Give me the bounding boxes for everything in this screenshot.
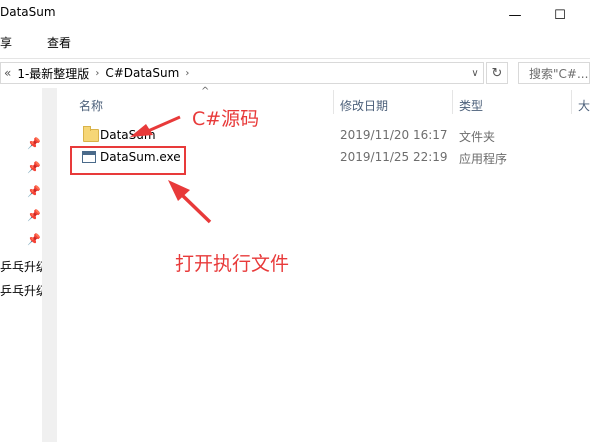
annotation-arrows xyxy=(130,115,212,224)
arrow-to-exe-icon xyxy=(168,180,212,224)
annotation-csharp-source: C#源码 xyxy=(192,108,260,130)
arrow-to-source-icon xyxy=(130,115,181,137)
annotation-open-exe: 打开执行文件 xyxy=(175,253,290,275)
